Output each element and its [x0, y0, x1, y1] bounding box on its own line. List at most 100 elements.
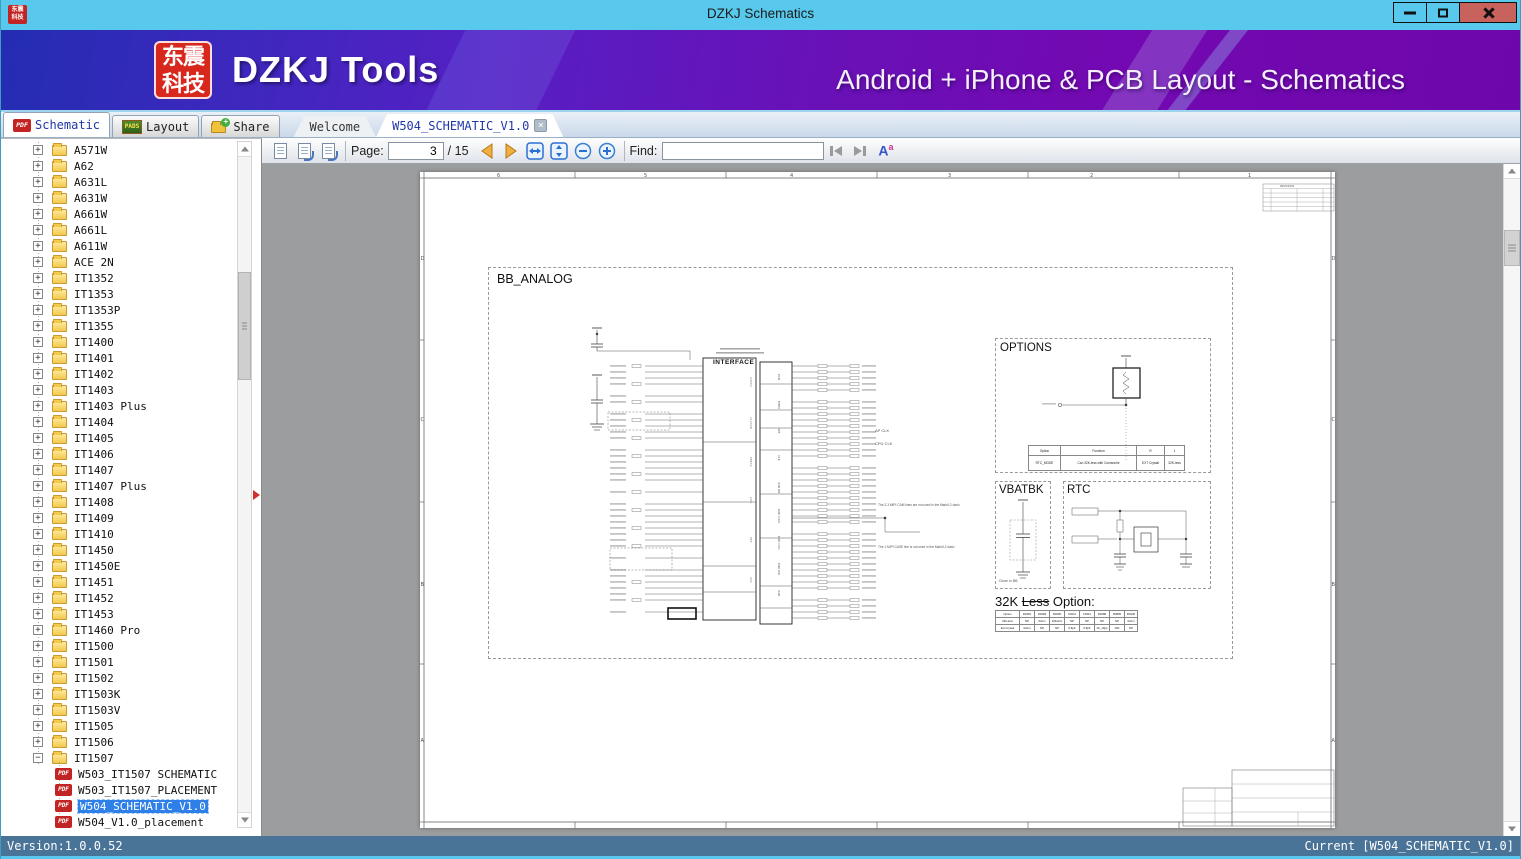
tree-folder-row[interactable]: + A62 [1, 158, 237, 174]
tree-expand-icon[interactable]: + [33, 545, 43, 555]
tab-schematic[interactable]: PDF Schematic [3, 112, 111, 137]
tree-expand-icon[interactable]: + [33, 705, 43, 715]
viewer-scroll-thumb[interactable] [1504, 230, 1520, 266]
tree-folder-row[interactable]: + IT1410 [1, 526, 237, 542]
tree-folder-label[interactable]: IT1406 [74, 448, 114, 461]
tree-folder-label[interactable]: A62 [74, 160, 94, 173]
zoom-out-button[interactable] [572, 140, 594, 162]
tree-expand-icon[interactable]: + [33, 385, 43, 395]
tree-folder-row[interactable]: + IT1408 [1, 494, 237, 510]
tree-folder-row[interactable]: + IT1407 Plus [1, 478, 237, 494]
tree-folder-label[interactable]: IT1400 [74, 336, 114, 349]
tree-doc-row[interactable]: PDF W503_IT1507_PLACEMENT [1, 782, 237, 798]
tree-expand-icon[interactable]: + [33, 257, 43, 267]
tree-scroll-down-button[interactable] [238, 812, 251, 827]
tree-folder-row[interactable]: + IT1353 [1, 286, 237, 302]
viewer-scroll-down-button[interactable] [1504, 821, 1520, 836]
tree-expand-icon[interactable]: + [33, 305, 43, 315]
tree-folder-row[interactable]: + IT1501 [1, 654, 237, 670]
tree-expand-icon[interactable]: + [33, 577, 43, 587]
tree-folder-label[interactable]: IT1404 [74, 416, 114, 429]
tree-expand-icon[interactable]: + [33, 641, 43, 651]
tree-folder-row[interactable]: + IT1452 [1, 590, 237, 606]
zoom-in-button[interactable] [596, 140, 618, 162]
tree-expand-icon[interactable]: + [33, 625, 43, 635]
tree-folder-row[interactable]: + A571W [1, 142, 237, 158]
tree-folder-row[interactable]: + IT1406 [1, 446, 237, 462]
tree-folder-row[interactable]: + IT1401 [1, 350, 237, 366]
tree-folder-label[interactable]: IT1403 [74, 384, 114, 397]
tree-folder-label[interactable]: IT1460 Pro [74, 624, 140, 637]
tree-folder-label[interactable]: IT1453 [74, 608, 114, 621]
tree-folder-label[interactable]: IT1501 [74, 656, 114, 669]
tree-expand-icon[interactable]: − [33, 753, 43, 763]
tree-expand-icon[interactable]: + [33, 401, 43, 411]
page-view-button[interactable] [269, 140, 291, 162]
tree-expand-icon[interactable]: + [33, 497, 43, 507]
pdf-viewer[interactable]: 6 5 4 3 2 1 D D C C B B A A PCM MIPI0 APT CLK USB RB MIPI C… [262, 164, 1520, 836]
tree-folder-row[interactable]: + IT1405 [1, 430, 237, 446]
snapshot-button[interactable] [317, 140, 339, 162]
tree-folder-label[interactable]: A611W [74, 240, 107, 253]
copy-page-button[interactable] [293, 140, 315, 162]
tree-expand-icon[interactable]: + [33, 369, 43, 379]
tree-folder-label[interactable]: IT1402 [74, 368, 114, 381]
tree-expand-icon[interactable]: + [33, 209, 43, 219]
tree-folder-row[interactable]: + IT1402 [1, 366, 237, 382]
tree-folder-row[interactable]: + IT1450 [1, 542, 237, 558]
close-button[interactable] [1459, 2, 1517, 23]
tree-folder-label[interactable]: IT1407 [74, 464, 114, 477]
tree-folder-row[interactable]: + A661W [1, 206, 237, 222]
find-next-button[interactable] [849, 140, 871, 162]
doc-tab-welcome[interactable]: Welcome [294, 116, 377, 137]
tree-folder-label[interactable]: IT1405 [74, 432, 114, 445]
tree-folder-label[interactable]: IT1507 [74, 752, 114, 765]
tree-expand-icon[interactable]: + [33, 689, 43, 699]
tree-expand-icon[interactable]: + [33, 529, 43, 539]
tree-folder-label[interactable]: IT1352 [74, 272, 114, 285]
tree-folder-row[interactable]: + IT1400 [1, 334, 237, 350]
tree-doc-row[interactable]: PDF W504_SCHEMATIC_V1.0 [1, 798, 237, 814]
tree-folder-label[interactable]: A661L [74, 224, 107, 237]
tree-folder-label[interactable]: IT1408 [74, 496, 114, 509]
tree-folder-label[interactable]: IT1407 Plus [74, 480, 147, 493]
tab-share[interactable]: + Share [201, 115, 280, 137]
tree-folder-row[interactable]: + A631L [1, 174, 237, 190]
viewer-scrollbar[interactable] [1503, 164, 1520, 836]
tree-folder-label[interactable]: A631W [74, 192, 107, 205]
tree-doc-label[interactable]: W503_IT1507 SCHEMATIC [78, 768, 217, 781]
tree-folder-row[interactable]: + IT1409 [1, 510, 237, 526]
tree-folder-row[interactable]: + A661L [1, 222, 237, 238]
tab-layout[interactable]: PADS Layout [112, 115, 200, 137]
tree-expand-icon[interactable]: + [33, 737, 43, 747]
tree-expand-icon[interactable]: + [33, 225, 43, 235]
tree-folder-label[interactable]: A571W [74, 144, 107, 157]
tree-folder-label[interactable]: A661W [74, 208, 107, 221]
viewer-scroll-up-button[interactable] [1504, 164, 1520, 179]
tree-expand-icon[interactable]: + [33, 513, 43, 523]
tree-expand-icon[interactable]: + [33, 449, 43, 459]
tree-folder-row[interactable]: + IT1500 [1, 638, 237, 654]
tree-expand-icon[interactable]: + [33, 657, 43, 667]
fit-width-button[interactable] [524, 140, 546, 162]
tree-folder-label[interactable]: IT1403 Plus [74, 400, 147, 413]
tree-folder-row[interactable]: + IT1505 [1, 718, 237, 734]
doc-tab-current[interactable]: W504_SCHEMATIC_V1.0 × [376, 114, 563, 137]
tree-folder-row[interactable]: − IT1507 [1, 750, 237, 766]
tree-expand-icon[interactable]: + [33, 321, 43, 331]
panel-collapse-arrow[interactable] [253, 490, 260, 500]
tree-folder-label[interactable]: IT1503K [74, 688, 120, 701]
find-previous-button[interactable] [825, 140, 847, 162]
tree-expand-icon[interactable]: + [33, 353, 43, 363]
doc-tab-close-icon[interactable]: × [534, 119, 547, 132]
tree-folder-label[interactable]: IT1503V [74, 704, 120, 717]
tree-folder-label[interactable]: IT1401 [74, 352, 114, 365]
tree-folder-row[interactable]: + IT1407 [1, 462, 237, 478]
tree-expand-icon[interactable]: + [33, 161, 43, 171]
tree-folder-label[interactable]: IT1452 [74, 592, 114, 605]
tree-doc-label[interactable]: W503_IT1507_PLACEMENT [78, 784, 217, 797]
tree-folder-row[interactable]: + ACE 2N [1, 254, 237, 270]
tree-folder-label[interactable]: IT1353P [74, 304, 120, 317]
tree-folder-row[interactable]: + IT1506 [1, 734, 237, 750]
tree-expand-icon[interactable]: + [33, 465, 43, 475]
